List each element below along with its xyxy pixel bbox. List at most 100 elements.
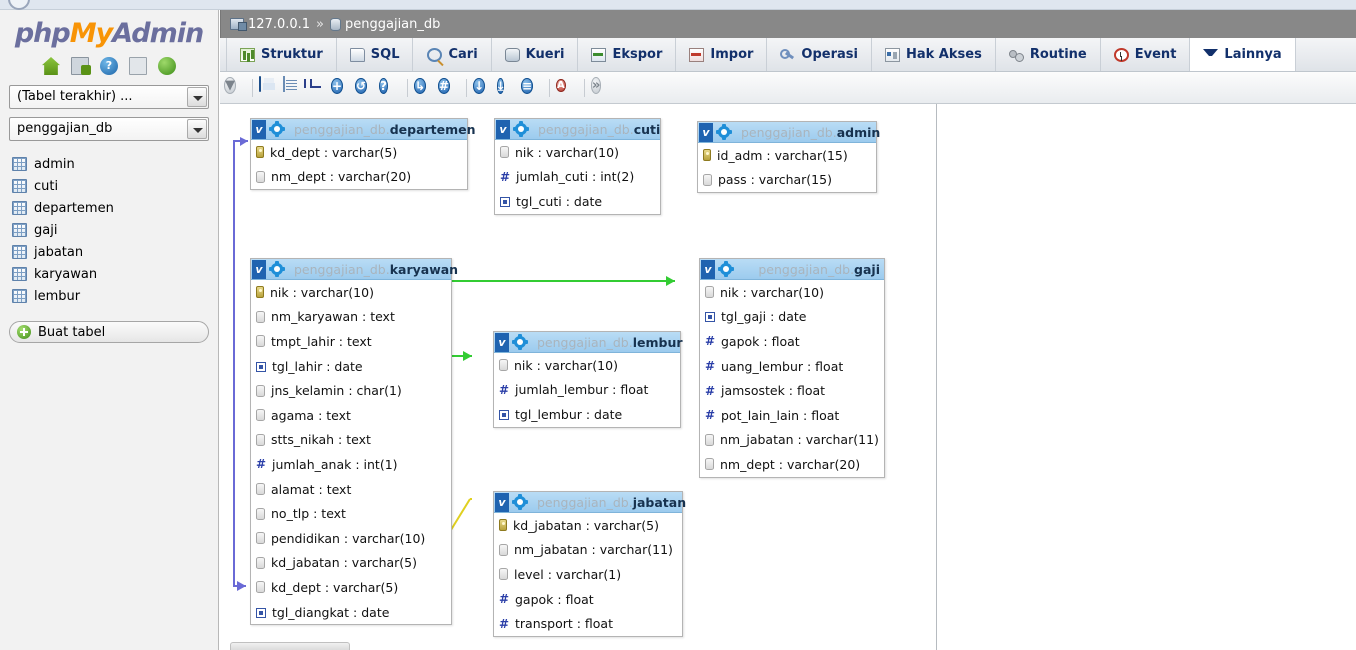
designer-table-header[interactable]: v penggajian_db.karyawan (251, 259, 458, 280)
designer-table-admin[interactable]: v penggajian_db.admin id_adm : varchar(15)… (697, 121, 880, 194)
designer-field-row[interactable]: # gapok : float (494, 587, 682, 612)
designer-field-row[interactable]: nik : varchar(10) (494, 353, 680, 378)
visibility-toggle-icon[interactable]: v (699, 122, 713, 142)
designer-field-row[interactable]: nm_dept : varchar(20) (251, 165, 467, 190)
designer-field-row[interactable]: # jumlah_cuti : int(2) (495, 165, 660, 190)
tab-operasi[interactable]: Operasi (767, 38, 872, 71)
tab-impor[interactable]: Impor (676, 38, 768, 71)
designer-field-row[interactable]: nik : varchar(10) (251, 280, 451, 305)
docs-icon[interactable] (129, 57, 147, 75)
designer-field-row[interactable]: tgl_gaji : date (700, 305, 884, 330)
designer-field-row[interactable]: jns_kelamin : char(1) (251, 378, 451, 403)
designer-table-departemen[interactable]: v penggajian_db.departemen kd_dept : varch… (250, 118, 476, 191)
tab-event[interactable]: Event (1101, 38, 1191, 71)
designer-field-row[interactable]: nm_jabatan : varchar(11) (494, 538, 682, 563)
designer-field-row[interactable]: level : varchar(1) (494, 562, 682, 587)
toggle-panel-icon[interactable]: ▼ (224, 76, 246, 99)
add-table-icon[interactable]: + (331, 77, 353, 99)
designer-field-row[interactable]: # jumlah_lembur : float (494, 378, 680, 403)
designer-field-row[interactable]: pendidikan : varchar(10) (251, 526, 451, 551)
gear-icon[interactable] (512, 494, 528, 510)
tab-cari[interactable]: Cari (413, 38, 492, 71)
logout-icon[interactable] (71, 57, 91, 75)
reload-icon[interactable] (158, 57, 176, 75)
designer-field-row[interactable]: stts_nikah : text (251, 428, 451, 453)
save-designer-icon[interactable] (259, 75, 281, 99)
designer-field-row[interactable]: kd_dept : varchar(5) (251, 575, 451, 600)
designer-table-header[interactable]: v penggajian_db.jabatan (494, 492, 686, 513)
gear-icon[interactable] (716, 124, 732, 140)
designer-field-row[interactable]: kd_jabatan : varchar(5) (494, 513, 682, 538)
breadcrumb-server[interactable]: 127.0.0.1 (248, 17, 310, 32)
designer-table-gaji[interactable]: v penggajian_db.gaji nik : varchar(10) tgl_… (699, 258, 885, 478)
home-icon[interactable] (42, 57, 60, 75)
designer-table-header[interactable]: v penggajian_db.cuti (495, 119, 660, 140)
designer-field-row[interactable]: alamat : text (251, 477, 451, 502)
breadcrumb-database[interactable]: penggajian_db (345, 17, 440, 32)
designer-table-lembur[interactable]: v penggajian_db.lembur nik : varchar(10) # j… (493, 331, 683, 428)
gear-icon[interactable] (513, 121, 529, 137)
tab-hak-akses[interactable]: Hak Akses (872, 38, 996, 71)
designer-field-row[interactable]: id_adm : varchar(15) (698, 143, 876, 168)
sidebar-table-item[interactable]: cuti (12, 175, 218, 197)
designer-field-row[interactable]: nm_karyawan : text (251, 305, 451, 330)
designer-field-row[interactable]: tgl_lahir : date (251, 354, 451, 379)
grid-icon[interactable]: # (438, 77, 460, 99)
visibility-toggle-icon[interactable]: v (496, 119, 510, 139)
designer-field-row[interactable]: kd_dept : varchar(5) (251, 140, 467, 165)
chevron-down-icon[interactable] (187, 119, 207, 139)
gear-icon[interactable] (512, 334, 528, 350)
designer-table-header[interactable]: v penggajian_db.departemen (251, 119, 476, 140)
sidebar-table-item[interactable]: jabatan (12, 241, 218, 263)
designer-field-row[interactable]: nik : varchar(10) (495, 140, 660, 165)
tab-struktur[interactable]: Struktur (226, 38, 337, 71)
designer-field-row[interactable]: kd_jabatan : varchar(5) (251, 551, 451, 576)
page-content-icon[interactable] (283, 75, 305, 99)
designer-field-row[interactable]: # uang_lembur : float (700, 354, 884, 379)
import-relations-icon[interactable]: ↓ (473, 77, 495, 99)
sidebar-table-item[interactable]: lembur (12, 285, 218, 307)
help-icon[interactable]: ? (379, 77, 401, 99)
designer-field-row[interactable]: # jamsostek : float (700, 378, 884, 403)
export-pdf-icon[interactable]: A (556, 77, 578, 99)
designer-table-karyawan[interactable]: v penggajian_db.karyawan nik : varchar(10)… (250, 258, 458, 626)
designer-field-row[interactable]: nm_jabatan : varchar(11) (700, 428, 884, 453)
export-relations-icon[interactable]: ⤓ (497, 77, 519, 99)
designer-table-header[interactable]: v penggajian_db.gaji (700, 259, 884, 280)
database-select[interactable]: penggajian_db (9, 117, 209, 141)
visibility-toggle-icon[interactable]: v (252, 119, 266, 139)
tab-routine[interactable]: Routine (996, 38, 1101, 71)
visibility-toggle-icon[interactable]: v (701, 259, 715, 279)
sidebar-table-item[interactable]: departemen (12, 197, 218, 219)
designer-table-header[interactable]: v penggajian_db.admin (698, 122, 880, 143)
designer-canvas[interactable]: v penggajian_db.departemen kd_dept : varch… (220, 104, 937, 650)
create-table-button[interactable]: Buat tabel (9, 321, 209, 343)
designer-table-header[interactable]: v penggajian_db.lembur (494, 332, 683, 353)
more-icon[interactable]: » (591, 76, 613, 99)
phpmyadmin-logo[interactable]: phpMyAdmin (0, 10, 218, 51)
visibility-toggle-icon[interactable]: v (495, 492, 509, 512)
designer-field-row[interactable]: tgl_diangkat : date (251, 600, 451, 625)
tab-ekspor[interactable]: Ekspor (578, 38, 677, 71)
help-icon[interactable]: ? (100, 57, 118, 75)
visibility-toggle-icon[interactable]: v (252, 259, 266, 279)
chevron-down-icon[interactable] (187, 87, 207, 107)
designer-field-row[interactable]: # transport : float (494, 611, 682, 636)
gear-icon[interactable] (269, 121, 285, 137)
designer-field-row[interactable]: no_tlp : text (251, 501, 451, 526)
create-relation-icon[interactable] (304, 77, 329, 99)
designer-field-row[interactable]: # gapok : float (700, 329, 884, 354)
designer-field-row[interactable]: # jumlah_anak : int(1) (251, 452, 451, 477)
reload-icon[interactable]: ↺ (355, 77, 377, 99)
tab-lainnya[interactable]: Lainnya (1190, 38, 1296, 71)
tab-sql[interactable]: SQL (337, 38, 414, 71)
designer-field-row[interactable]: agama : text (251, 403, 451, 428)
resize-icon[interactable]: ≡ (521, 77, 543, 99)
visibility-toggle-icon[interactable]: v (495, 332, 509, 352)
designer-field-row[interactable]: tgl_lembur : date (494, 402, 680, 427)
designer-field-row[interactable]: nm_dept : varchar(20) (700, 452, 884, 477)
tab-kueri[interactable]: Kueri (492, 38, 579, 71)
designer-table-cuti[interactable]: v penggajian_db.cuti nik : varchar(10) # jum… (494, 118, 661, 215)
designer-field-row[interactable]: # pot_lain_lain : float (700, 403, 884, 428)
gear-icon[interactable] (718, 261, 734, 277)
